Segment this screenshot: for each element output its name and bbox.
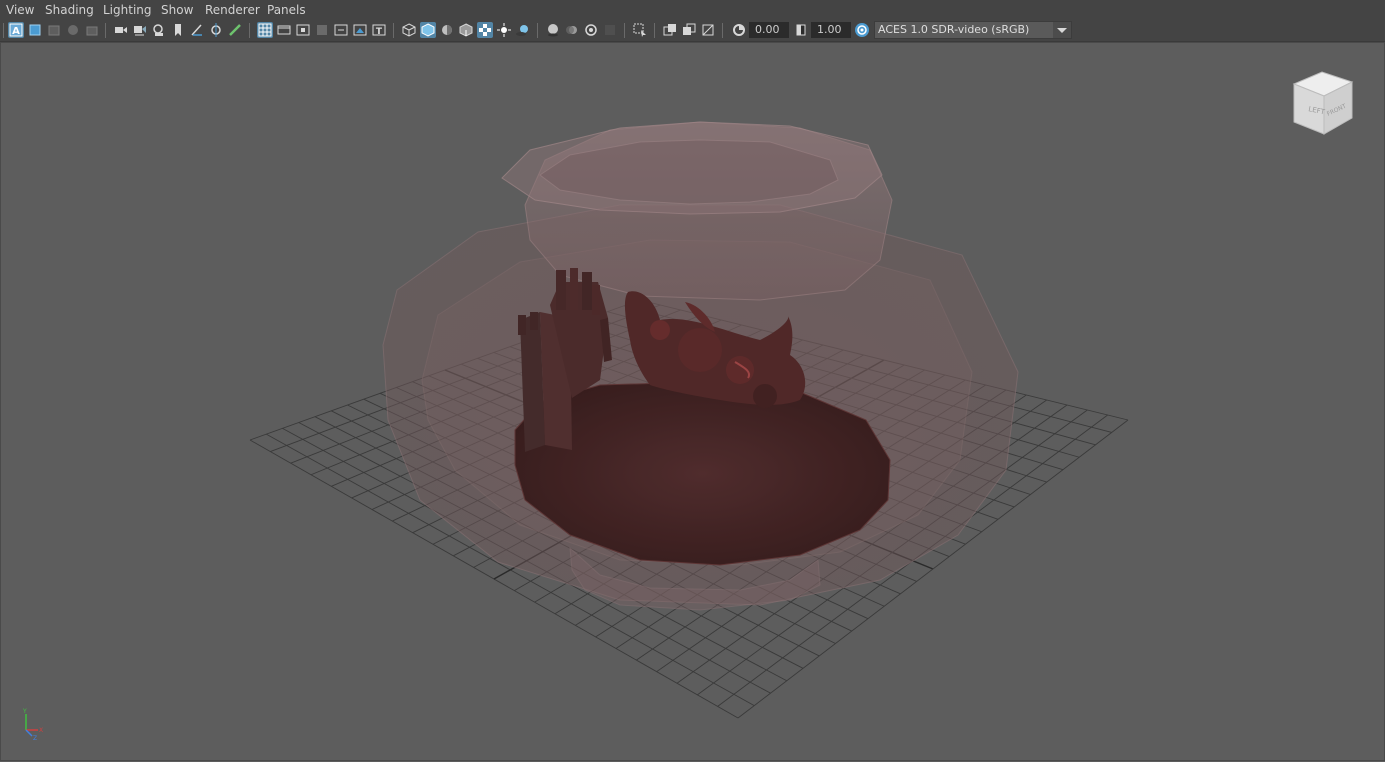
toolbar-separator bbox=[393, 23, 394, 38]
color-space-label: ACES 1.0 SDR-video (sRGB) bbox=[878, 23, 1030, 36]
3d-viewport[interactable]: LEFT FRONT Y X Z bbox=[0, 42, 1385, 762]
safe-title-icon[interactable]: T bbox=[371, 22, 387, 38]
isolate-icon[interactable] bbox=[208, 22, 224, 38]
xray-icon[interactable] bbox=[477, 22, 493, 38]
grease-pencil-icon[interactable] bbox=[132, 22, 148, 38]
panel-menubar: View Shading Lighting Show Renderer Pane… bbox=[0, 0, 1385, 20]
scene-canvas[interactable] bbox=[0, 42, 1385, 762]
menu-renderer[interactable]: Renderer bbox=[205, 3, 260, 17]
axis-gizmo: Y X Z bbox=[22, 708, 43, 740]
wireframe-icon[interactable] bbox=[401, 22, 417, 38]
camera-icon[interactable] bbox=[113, 22, 129, 38]
depth-of-field-icon[interactable] bbox=[602, 22, 618, 38]
image-plane-icon[interactable] bbox=[65, 22, 81, 38]
lights-icon[interactable] bbox=[496, 22, 512, 38]
gamma-icon[interactable] bbox=[793, 22, 809, 38]
exposure-icon[interactable] bbox=[731, 22, 747, 38]
toolbar-separator bbox=[722, 23, 723, 38]
resolution-gate-icon[interactable] bbox=[295, 22, 311, 38]
bookmark-icon[interactable] bbox=[170, 22, 186, 38]
axis-y-label: Y bbox=[22, 708, 27, 715]
safe-action-icon[interactable] bbox=[352, 22, 368, 38]
xray-active-components-icon[interactable] bbox=[681, 22, 697, 38]
toolbar-separator bbox=[105, 23, 106, 38]
xray-joints-icon[interactable] bbox=[662, 22, 678, 38]
menu-show[interactable]: Show bbox=[161, 3, 193, 17]
svg-text:A: A bbox=[12, 26, 20, 37]
toolbar-separator bbox=[537, 23, 538, 38]
view-cube[interactable]: LEFT FRONT bbox=[1288, 66, 1358, 136]
pencil-icon[interactable] bbox=[227, 22, 243, 38]
chevron-down-icon bbox=[1057, 28, 1067, 33]
toolbar-separator bbox=[654, 23, 655, 38]
dropdown-arrow[interactable] bbox=[1053, 22, 1071, 38]
default-material-icon[interactable] bbox=[439, 22, 455, 38]
exposure-field[interactable]: 0.00 bbox=[749, 22, 789, 38]
menu-view[interactable]: View bbox=[6, 3, 34, 17]
toolbar-separator bbox=[3, 23, 4, 38]
film-gate-icon[interactable] bbox=[276, 22, 292, 38]
panel-toolbar: A T 0.00 1.00 ACES 1.0 SDR-video (sRGB) bbox=[0, 20, 1385, 42]
gamma-field[interactable]: 1.00 bbox=[811, 22, 851, 38]
axis-x-label: X bbox=[39, 727, 43, 734]
bowl-front-glass bbox=[383, 205, 1018, 605]
wireframe-on-shaded-icon[interactable] bbox=[458, 22, 474, 38]
color-space-dropdown[interactable]: ACES 1.0 SDR-video (sRGB) bbox=[874, 21, 1072, 39]
anti-aliasing-icon[interactable] bbox=[583, 22, 599, 38]
menu-panels[interactable]: Panels bbox=[267, 3, 306, 17]
toolbar-separator bbox=[249, 23, 250, 38]
menu-shading[interactable]: Shading bbox=[45, 3, 94, 17]
2d-pan-zoom-icon[interactable] bbox=[84, 22, 100, 38]
camera-attributes-icon[interactable] bbox=[27, 22, 43, 38]
snap-icon[interactable] bbox=[189, 22, 205, 38]
field-chart-icon[interactable] bbox=[333, 22, 349, 38]
motion-blur-icon[interactable] bbox=[564, 22, 580, 38]
grid-icon[interactable] bbox=[257, 22, 273, 38]
smooth-shade-icon[interactable] bbox=[420, 22, 436, 38]
svg-text:T: T bbox=[376, 27, 383, 37]
isolate-select-icon[interactable] bbox=[632, 22, 648, 38]
screen-space-ao-icon[interactable] bbox=[545, 22, 561, 38]
menu-lighting[interactable]: Lighting bbox=[103, 3, 152, 17]
view-transform-icon[interactable] bbox=[854, 22, 870, 38]
gate-mask-icon[interactable] bbox=[314, 22, 330, 38]
bookmarks-icon[interactable] bbox=[46, 22, 62, 38]
camera-view-icon[interactable] bbox=[151, 22, 167, 38]
shadows-icon[interactable] bbox=[515, 22, 531, 38]
toolbar-separator bbox=[624, 23, 625, 38]
select-camera-icon[interactable]: A bbox=[8, 22, 24, 38]
backface-culling-icon[interactable] bbox=[700, 22, 716, 38]
axis-z-label: Z bbox=[33, 735, 37, 740]
